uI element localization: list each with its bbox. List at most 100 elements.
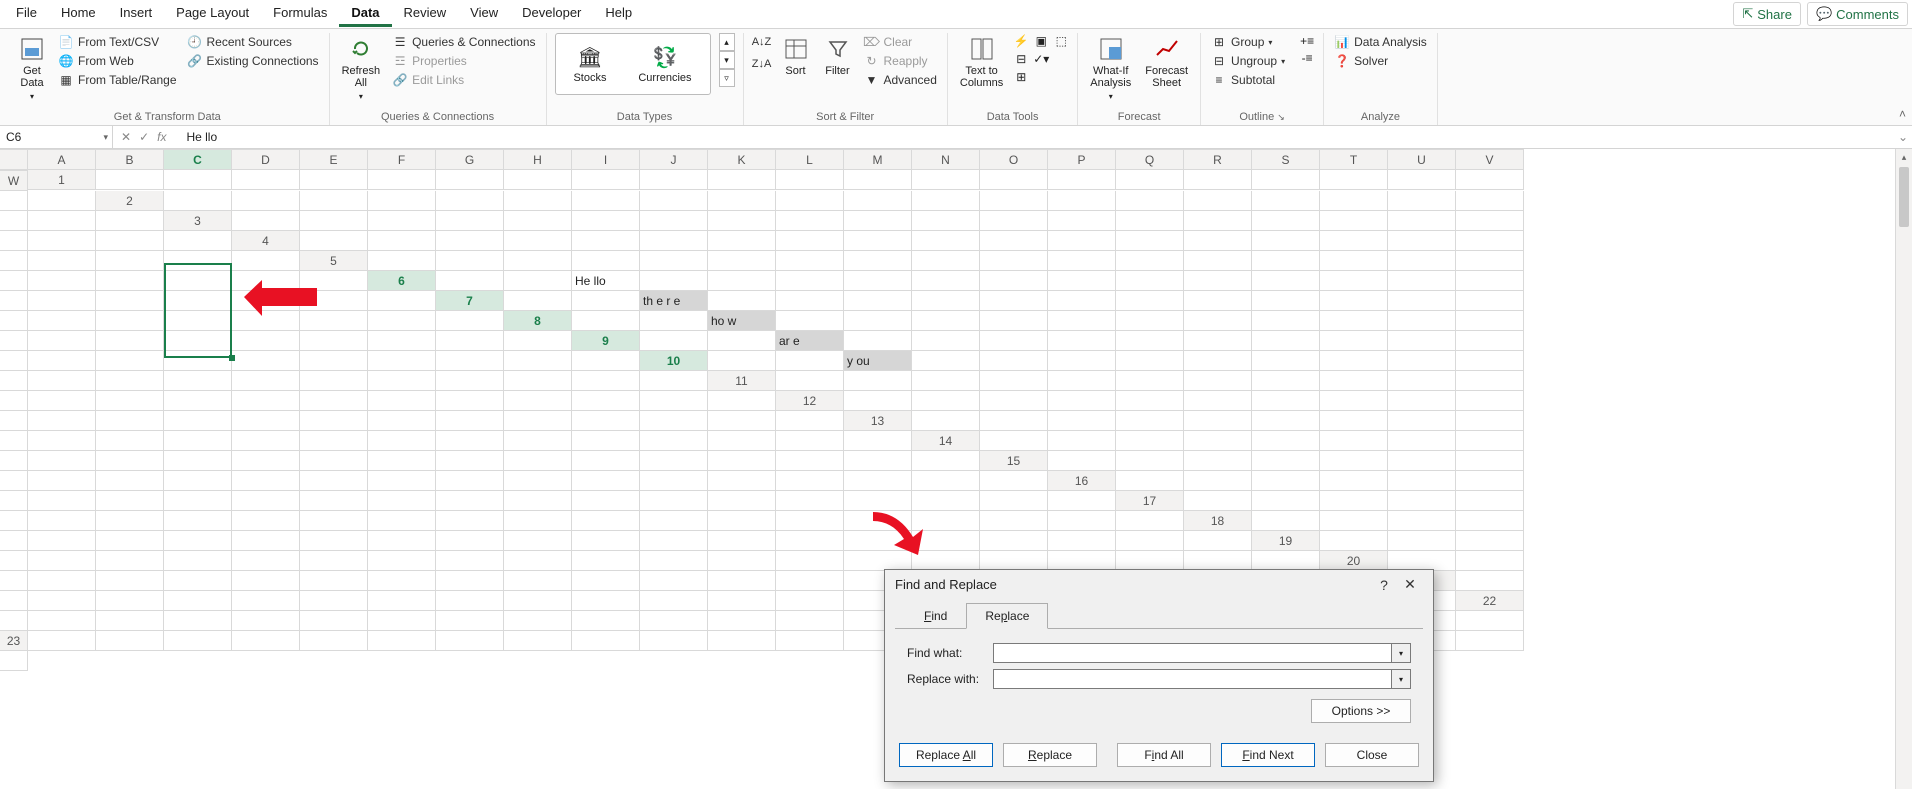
cell[interactable] — [164, 371, 232, 391]
cell[interactable] — [1116, 351, 1184, 371]
cell[interactable] — [776, 551, 844, 571]
cell[interactable] — [164, 591, 232, 611]
cell[interactable] — [1388, 511, 1456, 531]
cell[interactable] — [436, 551, 504, 571]
cell[interactable] — [1048, 191, 1116, 211]
cell[interactable] — [96, 431, 164, 451]
cell[interactable] — [912, 511, 980, 531]
cell[interactable] — [504, 491, 572, 511]
cell[interactable] — [844, 211, 912, 231]
cell[interactable] — [96, 631, 164, 651]
cell[interactable] — [1320, 371, 1388, 391]
cell[interactable] — [436, 631, 504, 651]
col-header[interactable]: O — [980, 149, 1048, 170]
remove-duplicates-icon[interactable]: ⊟ — [1013, 51, 1029, 67]
vertical-scrollbar[interactable]: ▴ — [1895, 149, 1912, 789]
col-header[interactable]: C — [164, 149, 232, 170]
cell[interactable] — [1116, 511, 1184, 531]
cell[interactable] — [368, 231, 436, 251]
cell[interactable] — [980, 251, 1048, 271]
cell[interactable] — [300, 331, 368, 351]
cell[interactable] — [96, 391, 164, 411]
cell[interactable] — [1116, 391, 1184, 411]
cell[interactable] — [708, 170, 776, 190]
cell[interactable] — [0, 291, 28, 311]
cell[interactable] — [436, 170, 504, 190]
cell[interactable] — [1048, 311, 1116, 331]
row-header[interactable]: 19 — [1252, 531, 1320, 551]
cell[interactable] — [96, 331, 164, 351]
cell[interactable] — [504, 391, 572, 411]
cell[interactable] — [436, 531, 504, 551]
dropdown-icon[interactable]: ▾ — [1392, 643, 1411, 663]
cell[interactable] — [232, 471, 300, 491]
cell[interactable] — [96, 311, 164, 331]
options-button[interactable]: Options >> — [1311, 699, 1411, 723]
cell[interactable] — [0, 431, 28, 451]
cell[interactable] — [708, 551, 776, 571]
cell[interactable] — [1320, 531, 1388, 551]
col-header[interactable]: M — [844, 149, 912, 170]
cell[interactable] — [1184, 351, 1252, 371]
col-header[interactable]: G — [436, 149, 504, 170]
cell[interactable] — [1456, 191, 1524, 211]
cell[interactable] — [436, 331, 504, 351]
cell[interactable] — [572, 511, 640, 531]
cell[interactable] — [640, 471, 708, 491]
cell[interactable] — [640, 451, 708, 471]
cell[interactable] — [708, 271, 776, 291]
cell[interactable] — [0, 211, 28, 231]
menu-tab-data[interactable]: Data — [339, 1, 391, 27]
cell[interactable] — [776, 211, 844, 231]
row-header[interactable]: 15 — [980, 451, 1048, 471]
what-if-button[interactable]: What-If Analysis▾ — [1086, 33, 1135, 105]
relationships-icon[interactable]: ⬚ — [1053, 33, 1069, 49]
cell[interactable] — [300, 311, 368, 331]
cell[interactable] — [0, 471, 28, 491]
cell[interactable] — [436, 591, 504, 611]
cell[interactable] — [912, 471, 980, 491]
from-web-button[interactable]: 🌐From Web — [56, 52, 179, 70]
cell[interactable] — [912, 531, 980, 551]
cell[interactable] — [708, 291, 776, 311]
cell[interactable] — [164, 511, 232, 531]
cell[interactable] — [164, 491, 232, 511]
cell[interactable] — [1456, 251, 1524, 271]
cell[interactable] — [436, 571, 504, 591]
cell[interactable] — [1388, 311, 1456, 331]
cell[interactable] — [844, 291, 912, 311]
cell[interactable] — [1184, 331, 1252, 351]
cell[interactable] — [164, 291, 232, 311]
cell[interactable] — [1116, 251, 1184, 271]
cell[interactable] — [708, 571, 776, 591]
forecast-sheet-button[interactable]: Forecast Sheet — [1141, 33, 1192, 91]
cell[interactable] — [1116, 331, 1184, 351]
cell[interactable] — [912, 491, 980, 511]
col-header[interactable]: U — [1388, 149, 1456, 170]
cell[interactable] — [1456, 611, 1524, 631]
cell[interactable] — [1184, 170, 1252, 190]
cell[interactable] — [96, 251, 164, 271]
cell[interactable] — [640, 391, 708, 411]
cell[interactable] — [436, 471, 504, 491]
cell[interactable] — [1252, 471, 1320, 491]
cell[interactable] — [504, 611, 572, 631]
cell[interactable] — [912, 371, 980, 391]
cell[interactable] — [28, 471, 96, 491]
menu-tab-developer[interactable]: Developer — [510, 1, 593, 27]
cell[interactable] — [1388, 491, 1456, 511]
cancel-icon[interactable]: ✕ — [121, 130, 131, 144]
cell[interactable] — [1388, 331, 1456, 351]
cell[interactable] — [0, 391, 28, 411]
cell[interactable] — [504, 451, 572, 471]
cell[interactable] — [232, 571, 300, 591]
cell[interactable] — [1116, 291, 1184, 311]
cell[interactable] — [1184, 211, 1252, 231]
cell[interactable] — [0, 491, 28, 511]
col-header[interactable]: Q — [1116, 149, 1184, 170]
cell[interactable] — [1388, 371, 1456, 391]
cell[interactable] — [1456, 170, 1524, 190]
cell[interactable] — [368, 611, 436, 631]
close-icon[interactable]: ✕ — [1397, 576, 1423, 593]
cell[interactable] — [1320, 511, 1388, 531]
